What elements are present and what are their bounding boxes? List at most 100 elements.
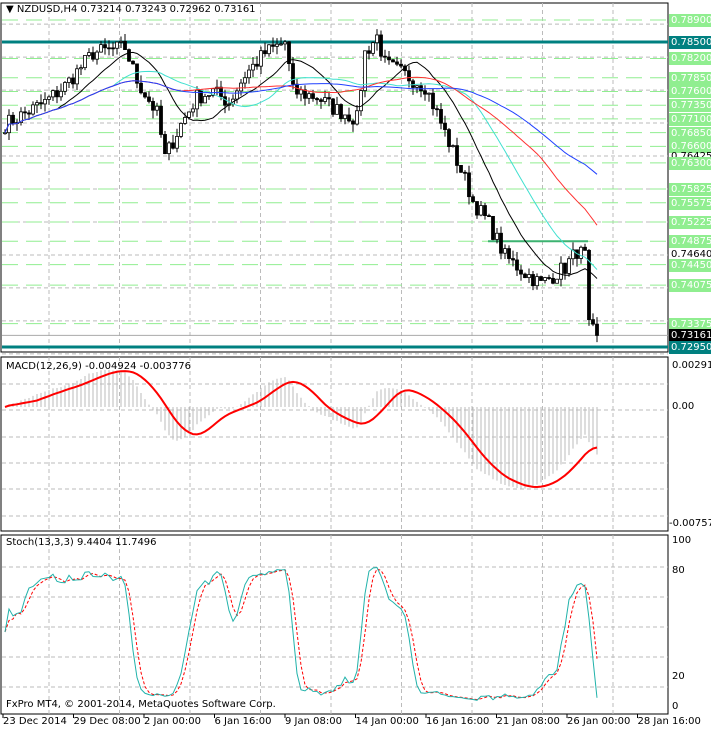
- macd-axis-min: -0.007571: [669, 518, 711, 529]
- candle: [83, 55, 87, 69]
- candle: [579, 246, 583, 259]
- candle: [303, 89, 307, 99]
- candle: [107, 47, 111, 50]
- candle: [355, 110, 359, 125]
- candle: [535, 276, 539, 287]
- candle: [311, 93, 315, 99]
- candle: [295, 83, 299, 95]
- time-label: 29 Dec 08:00: [73, 716, 141, 727]
- candle: [387, 56, 391, 61]
- candle: [459, 165, 463, 173]
- candle: [555, 278, 559, 284]
- candle: [275, 43, 279, 47]
- candle: [119, 41, 123, 43]
- candle: [263, 50, 267, 55]
- collapse-triangle-icon[interactable]: ▼: [6, 4, 14, 15]
- candle: [327, 97, 331, 100]
- candle: [547, 277, 551, 279]
- candle: [503, 248, 507, 254]
- candle: [247, 69, 251, 79]
- candle: [395, 61, 399, 65]
- candle: [63, 82, 67, 92]
- candle: [203, 96, 207, 104]
- candle: [319, 99, 323, 102]
- candle: [583, 246, 587, 251]
- price-label: 0.77850: [669, 71, 711, 85]
- stoch-axis-0: 0: [672, 701, 679, 712]
- price-label: 0.74075: [669, 279, 711, 293]
- candle: [543, 277, 547, 281]
- candle: [427, 92, 431, 95]
- candle: [151, 101, 155, 111]
- candle: [439, 109, 443, 124]
- symbol-label: NZDUSD,H4: [16, 4, 78, 15]
- candle: [183, 117, 187, 124]
- stoch-main-line: [4, 566, 598, 701]
- candle: [499, 232, 503, 254]
- candle: [87, 52, 91, 56]
- candle: [3, 132, 7, 135]
- candle: [255, 63, 259, 67]
- time-label: 6 Jan 16:00: [214, 716, 272, 727]
- candle: [91, 52, 95, 60]
- candle: [219, 86, 223, 98]
- candle: [47, 96, 51, 100]
- candle: [419, 85, 423, 92]
- candle: [431, 92, 435, 110]
- candle: [259, 50, 263, 67]
- candle: [95, 51, 99, 60]
- candle: [511, 258, 515, 261]
- candle: [59, 90, 63, 98]
- open-value: 0.73214: [80, 4, 122, 15]
- price-label: 0.78900: [669, 14, 711, 27]
- price-label: 0.77100: [669, 112, 711, 126]
- candle: [79, 67, 83, 70]
- price-label: 0.74875: [669, 235, 711, 249]
- candle: [567, 258, 571, 274]
- candle: [103, 44, 107, 49]
- candle: [55, 90, 59, 98]
- copyright: FxPro MT4, © 2001-2014, MetaQuotes Softw…: [6, 699, 276, 710]
- candle: [415, 85, 419, 88]
- candle: [27, 112, 31, 115]
- candle: [31, 104, 35, 115]
- candle: [207, 94, 211, 97]
- candle: [519, 269, 523, 275]
- candle: [343, 114, 347, 119]
- candle: [487, 215, 491, 217]
- candle: [163, 134, 167, 155]
- stoch-axis-20: 20: [672, 671, 685, 682]
- candle: [471, 196, 475, 202]
- candle: [171, 142, 175, 149]
- candle: [523, 273, 527, 279]
- candle: [475, 201, 479, 216]
- macd-axis-zero: 0.00: [672, 401, 695, 412]
- candle: [159, 105, 163, 135]
- candle: [115, 41, 119, 49]
- time-label: 2 Jan 00:00: [144, 716, 201, 727]
- close-value: 0.73161: [214, 4, 256, 15]
- candle: [131, 60, 135, 65]
- price-label: 0.77350: [669, 99, 711, 113]
- candle: [335, 104, 339, 115]
- stoch-axis-100: 100: [672, 535, 692, 546]
- candle: [187, 111, 191, 118]
- candle: [179, 123, 183, 137]
- candle: [127, 49, 131, 62]
- candle: [271, 44, 275, 47]
- candle: [507, 248, 511, 259]
- candle: [243, 77, 247, 84]
- candle: [383, 55, 387, 58]
- candle: [111, 47, 115, 50]
- candle: [71, 77, 75, 85]
- candle: [399, 63, 403, 67]
- candle: [339, 104, 343, 119]
- candle: [223, 96, 227, 106]
- candle: [455, 145, 459, 166]
- chart-window[interactable]: ▼ NZDUSD,H4 0.73214 0.73243 0.72962 0.73…: [0, 0, 711, 732]
- candle: [563, 262, 567, 274]
- candle: [155, 105, 159, 111]
- candle: [351, 120, 355, 125]
- candle: [483, 205, 487, 216]
- candle: [447, 129, 451, 148]
